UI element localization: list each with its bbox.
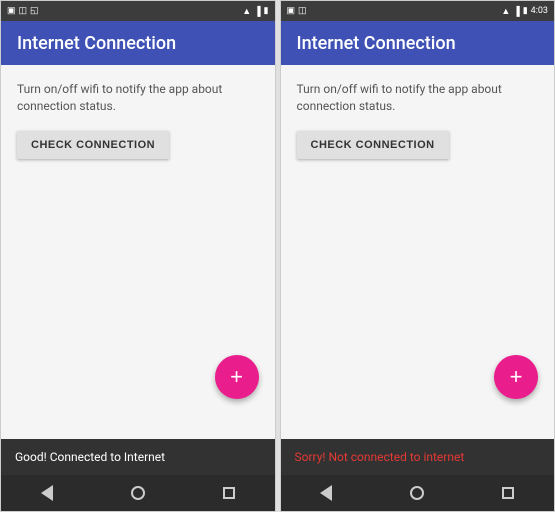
battery-icon-2: ▮	[523, 6, 528, 16]
device-1: ▣ ◫ ◱ ▲ ▐ ▮ Internet Connection Turn on/…	[0, 0, 276, 512]
notification-icon-3: ◱	[30, 6, 39, 16]
app-title-1: Internet Connection	[17, 33, 176, 54]
signal-icon-2: ▐	[513, 6, 519, 17]
recents-button-1[interactable]	[214, 478, 244, 508]
battery-icon-1: ▮	[264, 6, 269, 16]
status-bar-right-1: ▲ ▐ ▮	[242, 6, 268, 17]
fab-button-2[interactable]: +	[494, 355, 538, 399]
app-bar-2: Internet Connection	[281, 21, 555, 65]
signal-icon-1: ▐	[254, 6, 260, 17]
notification-icon-1: ▣	[7, 6, 16, 16]
description-1: Turn on/off wifi to notify the app about…	[17, 81, 259, 115]
description-2: Turn on/off wifi to notify the app about…	[297, 81, 539, 115]
device-2: ▣ ◫ ▲ ▐ ▮ 4:03 Internet Connection Turn …	[280, 0, 555, 512]
nav-bar-2	[281, 475, 555, 511]
check-connection-button-2[interactable]: CHECK CONNECTION	[297, 131, 449, 159]
check-connection-button-1[interactable]: CHECK CONNECTION	[17, 131, 169, 159]
status-bar-right-2: ▲ ▐ ▮ 4:03	[501, 6, 548, 17]
wifi-icon-2: ▲	[501, 6, 510, 17]
app-title-2: Internet Connection	[297, 33, 456, 54]
back-button-2[interactable]	[311, 478, 341, 508]
status-bar-left-1: ▣ ◫ ◱	[7, 6, 39, 16]
content-2: Turn on/off wifi to notify the app about…	[281, 65, 555, 439]
notification-icon-2: ◫	[19, 6, 28, 16]
content-1: Turn on/off wifi to notify the app about…	[1, 65, 275, 439]
snackbar-2: Sorry! Not connected to internet	[281, 439, 555, 475]
wifi-icon-1: ▲	[242, 6, 251, 17]
nav-bar-1	[1, 475, 275, 511]
app-bar-1: Internet Connection	[1, 21, 275, 65]
status-bar-1: ▣ ◫ ◱ ▲ ▐ ▮	[1, 1, 275, 21]
notification-icon-4: ▣	[287, 6, 296, 16]
recents-button-2[interactable]	[493, 478, 523, 508]
snackbar-message-1: Good! Connected to Internet	[15, 450, 165, 464]
status-bar-left-2: ▣ ◫	[287, 6, 307, 16]
snackbar-message-2: Sorry! Not connected to internet	[295, 450, 465, 464]
home-button-2[interactable]	[402, 478, 432, 508]
fab-icon-1: +	[230, 364, 243, 390]
snackbar-1: Good! Connected to Internet	[1, 439, 275, 475]
back-button-1[interactable]	[32, 478, 62, 508]
fab-button-1[interactable]: +	[215, 355, 259, 399]
status-bar-2: ▣ ◫ ▲ ▐ ▮ 4:03	[281, 1, 555, 21]
fab-icon-2: +	[510, 364, 523, 390]
home-button-1[interactable]	[123, 478, 153, 508]
time-display: 4:03	[531, 6, 548, 16]
notification-icon-5: ◫	[298, 6, 307, 16]
